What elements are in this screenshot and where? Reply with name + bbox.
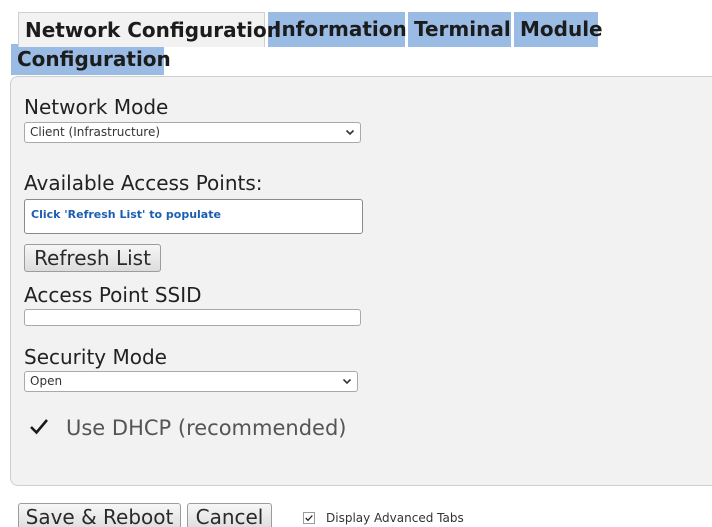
refresh-list-button[interactable]: Refresh List (24, 244, 161, 272)
network-mode-selected-value: Client (Infrastructure) (30, 125, 161, 139)
checkmark-icon (30, 419, 48, 435)
ssid-label: Access Point SSID (24, 283, 202, 307)
access-points-list-message: Click 'Refresh List' to populate (31, 208, 221, 221)
tab-module-configuration-continued[interactable]: Configuration (11, 44, 171, 75)
network-config-page: Network Configuration Information Termin… (0, 0, 712, 527)
tab-information[interactable]: Information (268, 12, 407, 47)
chevron-down-icon (345, 129, 355, 136)
tab-module-configuration[interactable]: Module (514, 12, 603, 47)
chevron-down-icon (342, 378, 352, 385)
checkmark-icon (305, 515, 313, 522)
dhcp-label: Use DHCP (recommended) (66, 416, 347, 440)
tab-terminal[interactable]: Terminal (408, 12, 511, 47)
access-points-label: Available Access Points: (24, 171, 263, 195)
cancel-button[interactable]: Cancel (187, 503, 272, 527)
security-mode-select[interactable]: Open (24, 371, 358, 392)
tab-network-configuration[interactable]: Network Configuration (18, 12, 281, 47)
dhcp-checkbox[interactable] (28, 415, 50, 437)
security-mode-selected-value: Open (30, 374, 63, 388)
advanced-tabs-checkbox[interactable] (303, 512, 315, 524)
ssid-input[interactable] (24, 309, 361, 326)
save-reboot-button[interactable]: Save & Reboot (18, 503, 181, 527)
access-points-list[interactable]: Click 'Refresh List' to populate (24, 199, 363, 234)
network-mode-label: Network Mode (24, 95, 169, 119)
advanced-tabs-label: Display Advanced Tabs (326, 511, 464, 525)
network-mode-select[interactable]: Client (Infrastructure) (24, 122, 361, 143)
security-mode-label: Security Mode (24, 345, 167, 369)
